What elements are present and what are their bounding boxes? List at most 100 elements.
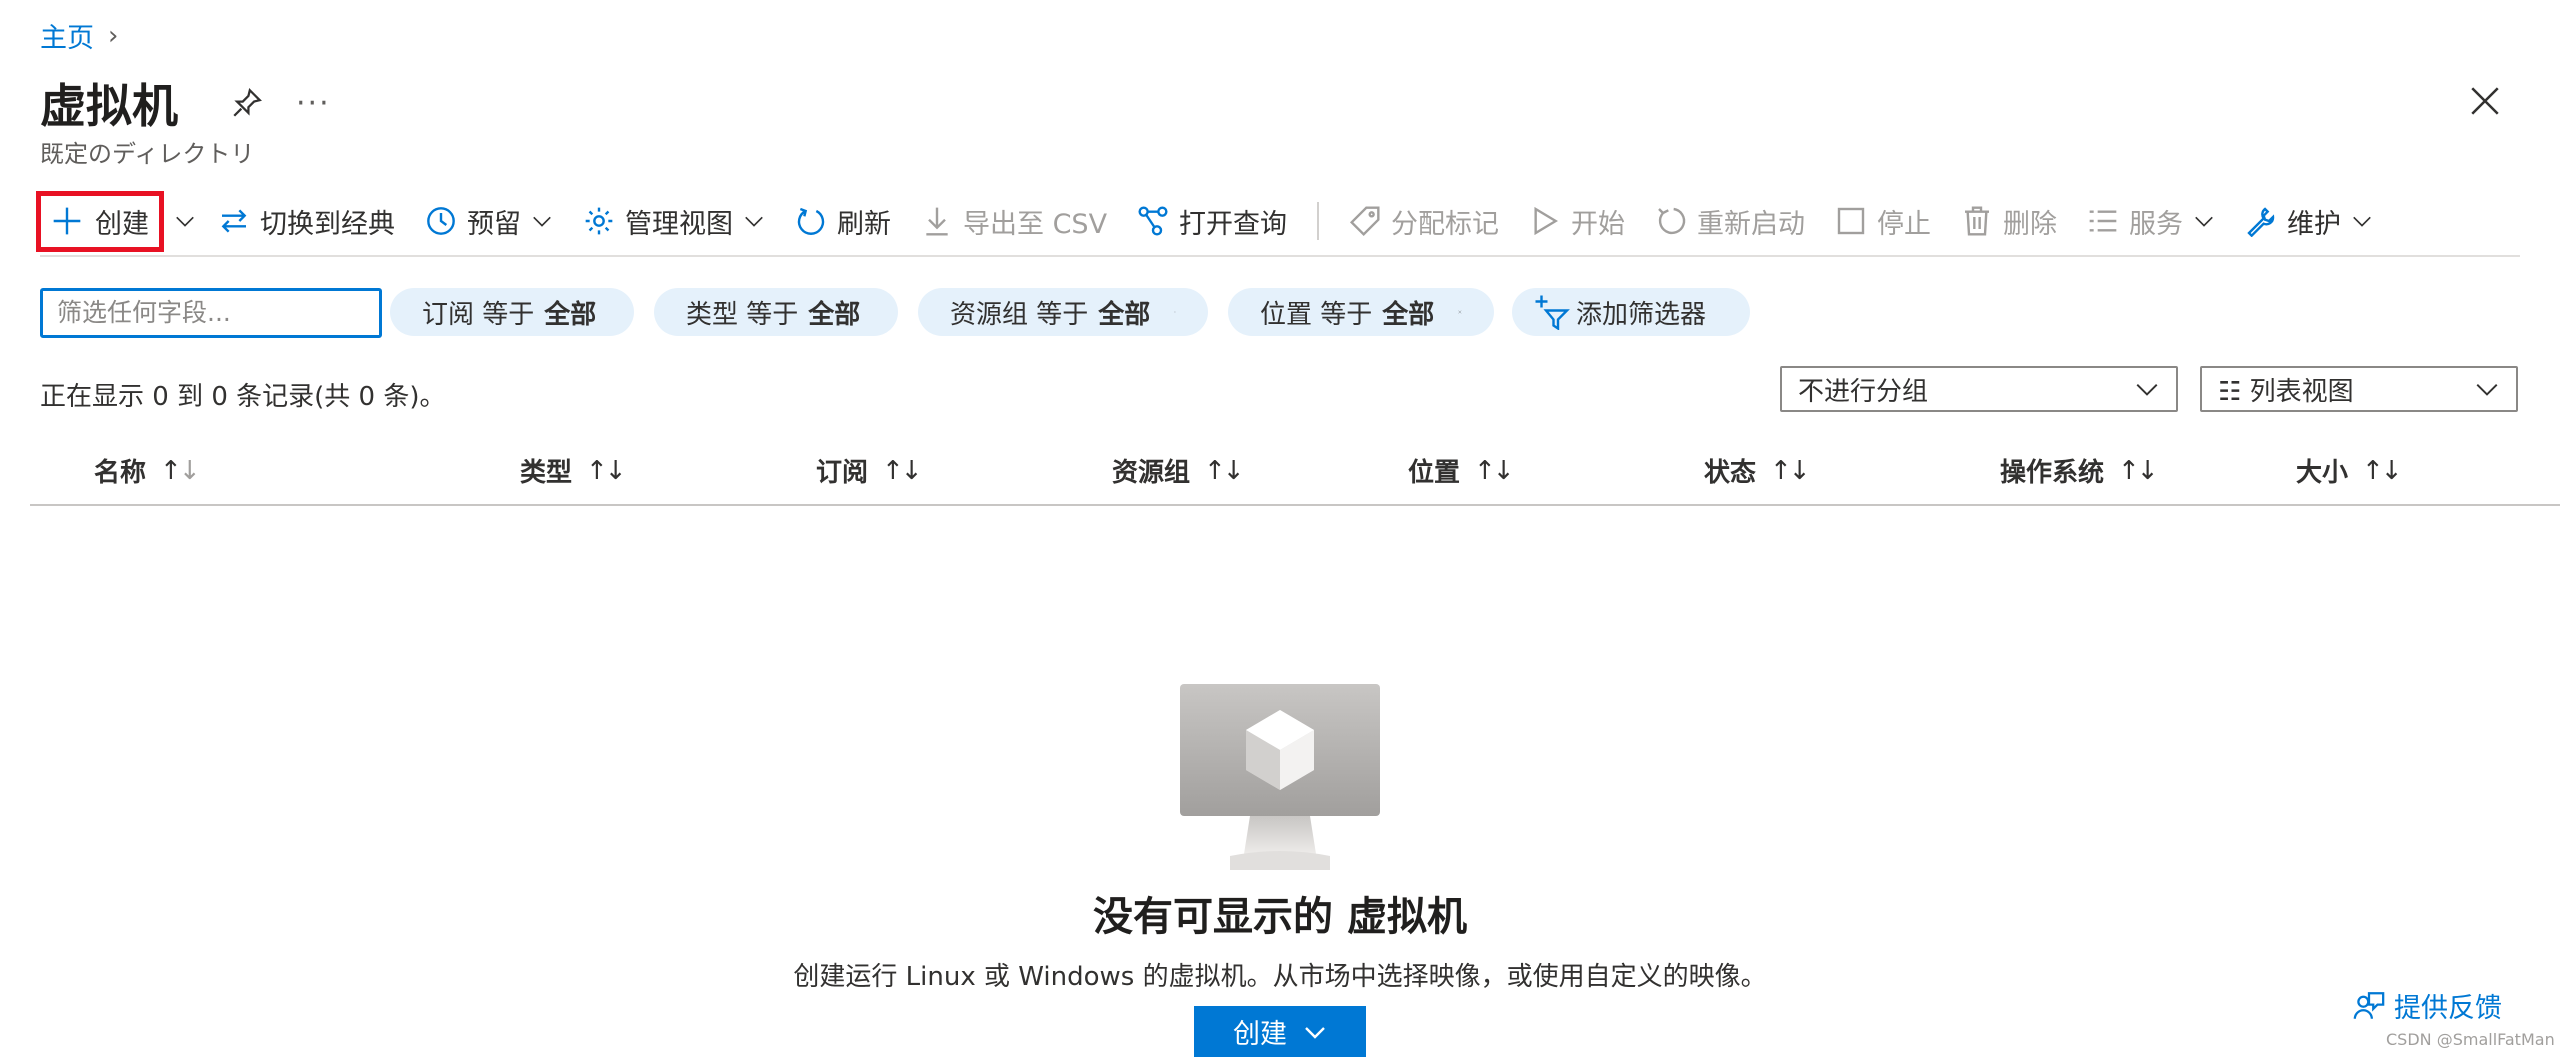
column-header-location[interactable]: 位置 ↑↓	[1408, 452, 1515, 489]
add-filter-button[interactable]: 添加筛选器	[1512, 288, 1750, 336]
export-csv-label: 导出至 CSV	[963, 208, 1108, 240]
column-header-name[interactable]: 名称 ↑↓	[94, 452, 201, 489]
create-button[interactable]: 创建	[36, 190, 164, 252]
add-filter-icon	[1535, 295, 1570, 330]
filter-pill-location[interactable]: 位置 等于 全部	[1228, 288, 1494, 336]
chevron-down-icon	[745, 216, 763, 227]
column-header-label: 资源组	[1112, 458, 1191, 488]
column-header-label: 大小	[2296, 458, 2349, 488]
chevron-down-icon[interactable]	[174, 210, 196, 232]
view-select[interactable]: ☷ 列表视图	[2200, 366, 2518, 412]
pin-icon[interactable]	[230, 86, 264, 120]
services-button[interactable]: 服务	[2087, 202, 2215, 241]
start-button[interactable]: 开始	[1529, 202, 1625, 241]
restart-label: 重新启动	[1697, 208, 1806, 240]
column-header-os[interactable]: 操作系统 ↑↓	[2000, 452, 2159, 489]
open-query-button[interactable]: 打开查询	[1137, 202, 1287, 241]
refresh-icon	[797, 207, 825, 235]
download-icon	[926, 207, 948, 236]
filter-pill-value: 全部	[1098, 299, 1151, 330]
column-header-label: 操作系统	[2000, 458, 2105, 488]
column-header-resource-group[interactable]: 资源组 ↑↓	[1112, 452, 1245, 489]
sort-arrows-icon: ↑↓	[160, 455, 201, 486]
virtual-machine-monitor-icon	[1180, 684, 1380, 870]
close-icon[interactable]	[1458, 299, 1462, 325]
sort-arrows-icon: ↑↓	[586, 455, 627, 486]
chevron-down-icon	[2195, 216, 2213, 227]
stop-button[interactable]: 停止	[1835, 202, 1931, 241]
sort-arrows-icon: ↑↓	[882, 455, 923, 486]
create-menu[interactable]: 创建	[36, 190, 196, 252]
trash-icon	[1965, 206, 1990, 236]
switch-classic-label: 切换到经典	[260, 208, 395, 240]
chevron-down-icon	[2136, 383, 2158, 396]
command-bar: 创建 切换到经典 预留 管理视图 刷新 导出至 CSV 打开查询 分配标记 开始…	[36, 188, 2403, 254]
column-header-label: 订阅	[816, 458, 869, 488]
empty-create-button[interactable]: 创建	[1194, 1006, 1366, 1057]
gear-icon	[585, 207, 613, 235]
switch-classic-button[interactable]: 切换到经典	[218, 202, 395, 241]
assign-tags-button[interactable]: 分配标记	[1349, 202, 1499, 241]
maintain-label: 维护	[2287, 208, 2342, 240]
page-subtitle: 既定のディレクトリ	[40, 140, 255, 168]
play-icon	[1534, 206, 1559, 236]
column-header-status[interactable]: 状态 ↑↓	[1704, 452, 1811, 489]
restart-button[interactable]: 重新启动	[1655, 202, 1805, 241]
search-input[interactable]: 筛选任何字段...	[40, 288, 382, 338]
column-header-label: 状态	[1704, 458, 1757, 488]
maintain-button[interactable]: 维护	[2245, 202, 2373, 241]
table-header-divider	[30, 504, 2560, 506]
delete-label: 删除	[2003, 208, 2058, 240]
watermark-text: CSDN @SmallFatMan	[2386, 1030, 2555, 1049]
sort-arrows-icon: ↑↓	[1204, 455, 1245, 486]
breadcrumb-home-link[interactable]: 主页	[40, 16, 94, 55]
toolbar-divider	[1317, 202, 1320, 240]
column-header-subscription[interactable]: 订阅 ↑↓	[816, 452, 923, 489]
manage-view-button[interactable]: 管理视图	[583, 202, 765, 241]
filter-pill-value: 全部	[1382, 299, 1435, 330]
feedback-person-icon	[2353, 991, 2385, 1019]
chevron-down-icon	[2476, 383, 2498, 396]
stop-label: 停止	[1877, 208, 1932, 240]
chevron-right-icon: ›	[108, 20, 119, 51]
plus-icon	[53, 207, 81, 235]
column-header-label: 类型	[520, 458, 573, 488]
filter-pill-value: 全部	[808, 299, 861, 330]
sort-arrows-icon: ↑↓	[2118, 455, 2159, 486]
close-icon[interactable]	[2468, 84, 2502, 118]
start-label: 开始	[1571, 208, 1626, 240]
reserve-label: 预留	[467, 208, 521, 240]
feedback-label: 提供反馈	[2394, 993, 2502, 1024]
grouping-select-value: 不进行分组	[1798, 376, 1929, 407]
breadcrumb: 主页 ›	[40, 16, 118, 55]
column-header-size[interactable]: 大小 ↑↓	[2296, 452, 2403, 489]
stop-icon	[1837, 207, 1865, 235]
list-icon	[2089, 210, 2117, 232]
column-header-type[interactable]: 类型 ↑↓	[520, 452, 627, 489]
refresh-label: 刷新	[837, 208, 891, 240]
filter-pill-type[interactable]: 类型 等于 全部	[654, 288, 898, 336]
restart-icon	[1658, 207, 1686, 235]
filter-pill-resource-group[interactable]: 资源组 等于 全部	[918, 288, 1208, 336]
column-header-label: 名称	[94, 458, 147, 488]
filter-pill-subscription[interactable]: 订阅 等于 全部	[390, 288, 634, 336]
reserve-button[interactable]: 预留	[425, 202, 553, 241]
tag-icon	[1350, 206, 1380, 237]
filter-pill-label: 订阅 等于	[422, 299, 535, 330]
assign-tags-label: 分配标记	[1391, 208, 1500, 240]
refresh-button[interactable]: 刷新	[795, 202, 891, 241]
more-options-icon[interactable]: ···	[296, 86, 331, 121]
export-csv-button[interactable]: 导出至 CSV	[921, 202, 1107, 241]
grouping-select[interactable]: 不进行分组	[1780, 366, 2178, 412]
empty-state-title: 没有可显示的 虚拟机	[1093, 894, 1467, 940]
close-icon[interactable]	[1174, 299, 1176, 325]
empty-create-label: 创建	[1233, 1019, 1287, 1050]
filter-pill-value: 全部	[544, 299, 597, 330]
clock-icon	[427, 207, 455, 235]
chevron-down-icon	[2353, 216, 2371, 227]
column-header-label: 位置	[1408, 458, 1461, 488]
delete-button[interactable]: 删除	[1961, 202, 2057, 241]
feedback-link[interactable]: 提供反馈	[2352, 986, 2502, 1025]
sort-arrows-icon: ↑↓	[2362, 455, 2403, 486]
query-graph-icon	[1138, 206, 1168, 236]
